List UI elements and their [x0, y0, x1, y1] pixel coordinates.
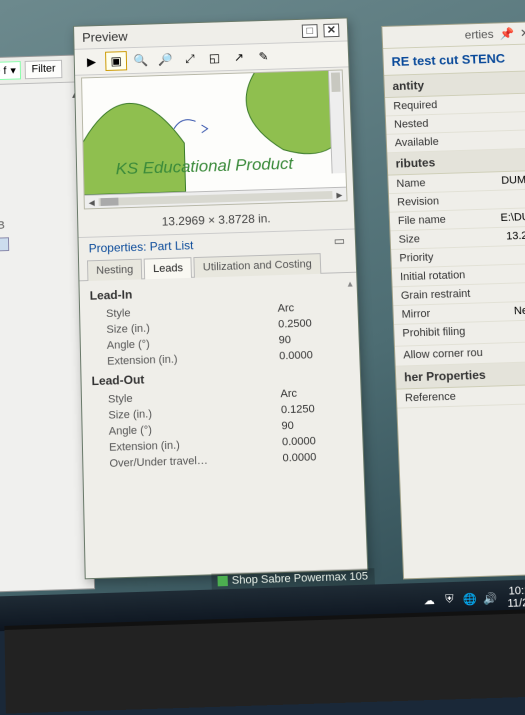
- zoom-fit-icon[interactable]: ⤢: [179, 49, 201, 69]
- preview-canvas[interactable]: KS Educational Product: [82, 70, 346, 194]
- value[interactable]: 0.0000: [282, 450, 353, 464]
- value[interactable]: 90: [279, 332, 349, 346]
- filter-button[interactable]: Filter: [25, 60, 63, 79]
- label: Initial rotation: [400, 269, 466, 283]
- label: Priority: [399, 252, 434, 265]
- security-icon[interactable]: ⛨: [442, 592, 457, 607]
- date: 11/2/2021: [507, 596, 525, 610]
- value[interactable]: 13.296: [506, 230, 525, 243]
- properties-body: ▴ Lead-In StyleArc Size (in.)0.2500 Angl…: [79, 273, 363, 483]
- network-icon[interactable]: 🌐: [462, 591, 477, 606]
- combo-text: CAD f: [0, 65, 7, 77]
- value[interactable]: E:\DUM: [500, 211, 525, 224]
- pointer-icon[interactable]: ▶: [81, 52, 103, 72]
- label: File name: [398, 214, 446, 227]
- close-icon[interactable]: ✕: [520, 26, 525, 40]
- app-icon: [217, 576, 227, 587]
- zoom-out-icon[interactable]: 🔎: [154, 50, 176, 70]
- close-button[interactable]: ✕: [323, 23, 339, 37]
- close-icon[interactable]: ×: [0, 257, 81, 272]
- label: Prohibit filing: [402, 326, 465, 343]
- value[interactable]: 0.2500: [278, 316, 348, 330]
- tab-nesting[interactable]: Nesting: [87, 259, 143, 281]
- onedrive-icon[interactable]: ☁: [422, 593, 437, 608]
- value[interactable]: Never: [514, 304, 525, 317]
- zoom-window-icon[interactable]: ◱: [203, 48, 225, 68]
- monitor-bezel: [4, 608, 525, 713]
- chevron-up-icon[interactable]: ▴: [0, 88, 78, 104]
- properties-title: Properties: Part List: [89, 238, 194, 255]
- value[interactable]: DUMIR: [501, 174, 525, 187]
- chevron-down-icon: ▾: [10, 64, 16, 77]
- filesize-label: 36 KB: [0, 217, 80, 232]
- value[interactable]: 0.0000: [282, 434, 353, 448]
- maximize-button[interactable]: □: [302, 24, 318, 38]
- cad-format-combo[interactable]: CAD f ▾: [0, 61, 21, 81]
- value[interactable]: 0.0000: [279, 348, 349, 362]
- label: Mirror: [401, 308, 430, 321]
- slider-thumb[interactable]: [100, 197, 118, 205]
- select-icon[interactable]: ▣: [105, 51, 127, 71]
- part-title: RE test cut STENC: [383, 44, 525, 76]
- sound-icon[interactable]: 🔊: [483, 591, 498, 606]
- label: Over/Under travel…: [109, 452, 282, 470]
- clock[interactable]: 10:12 AM 11/2/2021: [507, 584, 525, 610]
- pin-icon[interactable]: 📌: [499, 27, 514, 41]
- properties-panel: erties 📌 ✕ RE test cut STENC antity Requ…: [381, 21, 525, 579]
- label: Nested: [394, 118, 429, 131]
- label: Name: [396, 177, 426, 190]
- label: Required: [393, 99, 437, 112]
- label: Available: [395, 136, 439, 149]
- scroll-up-icon[interactable]: ▴: [347, 279, 352, 290]
- label: Reference: [405, 391, 456, 405]
- grid-icon[interactable]: [0, 237, 9, 251]
- tab-leads[interactable]: Leads: [144, 257, 192, 279]
- preview-canvas-wrap: KS Educational Product ◂ ▸: [81, 69, 347, 209]
- label: Allow corner rou: [403, 347, 483, 362]
- zoom-in-icon[interactable]: 🔍: [130, 50, 152, 70]
- value[interactable]: 0.1250: [281, 402, 352, 416]
- scroll-right-icon[interactable]: ▸: [332, 187, 346, 201]
- time: 10:12 AM: [507, 584, 525, 598]
- collapse-icon[interactable]: ▭: [334, 234, 346, 248]
- value[interactable]: Arc: [280, 386, 351, 400]
- measure-icon[interactable]: ↗: [228, 47, 250, 67]
- label: Size: [398, 233, 420, 245]
- value[interactable]: Arc: [277, 301, 347, 315]
- edit-icon[interactable]: ✎: [252, 47, 274, 67]
- value[interactable]: 90: [281, 418, 352, 432]
- panel-label: erties: [464, 27, 493, 41]
- vertical-scrollbar[interactable]: [328, 70, 346, 173]
- label: Revision: [397, 196, 439, 209]
- label: Grain restraint: [401, 288, 471, 302]
- scroll-left-icon[interactable]: ◂: [85, 195, 99, 209]
- preview-window: Preview □ ✕ ▶ ▣ 🔍 🔎 ⤢ ◱ ↗ ✎ KS: [73, 17, 368, 579]
- window-title: Preview: [82, 29, 128, 45]
